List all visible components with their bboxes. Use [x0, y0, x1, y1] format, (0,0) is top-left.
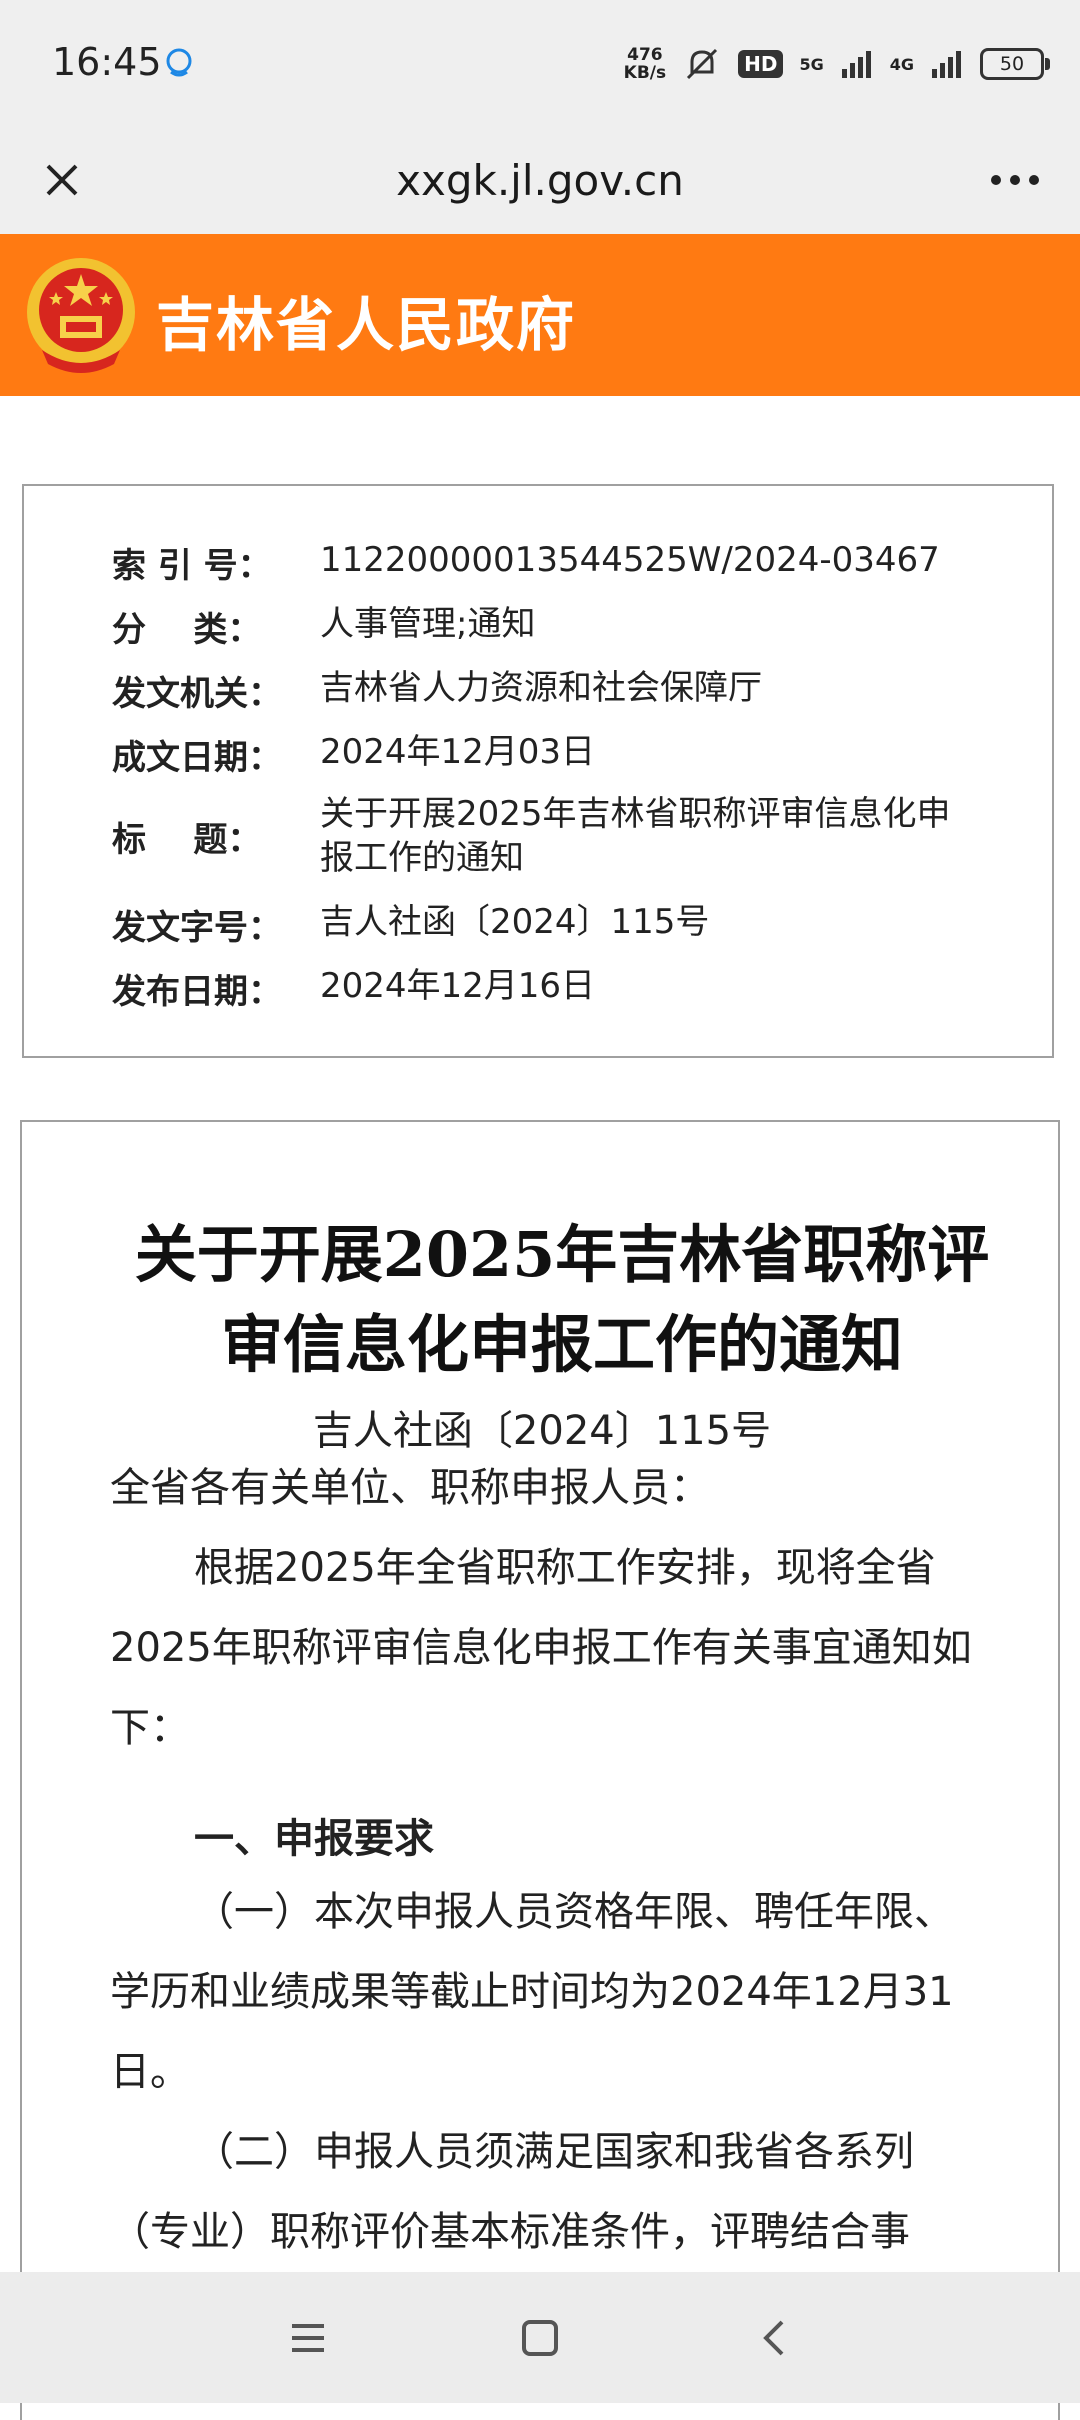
- article-body: 关于开展2025年吉林省职称评审信息化申报工作的通知 吉人社函〔2024〕115…: [20, 1120, 1060, 2420]
- network-4g-label: 4G: [889, 54, 914, 74]
- article-title: 关于开展2025年吉林省职称评审信息化申报工作的通知: [134, 1218, 990, 1381]
- battery-icon: 50: [980, 48, 1050, 80]
- status-bar: 16:45 476 KB/s HD 5G 4G 50: [0, 0, 1080, 128]
- meta-row-doc-number: 发文字号： 吉人社函〔2024〕115号: [112, 900, 960, 949]
- hd-badge: HD: [738, 50, 784, 78]
- meta-row-publish-date: 发布日期： 2024年12月16日: [112, 964, 960, 1013]
- signal-icon: [841, 51, 871, 78]
- meta-row-written-date: 成文日期： 2024年12月03日: [112, 730, 960, 779]
- meta-label: 成文日期：: [112, 738, 282, 778]
- menu-icon[interactable]: [278, 2310, 338, 2366]
- meta-value: 关于开展2025年吉林省职称评审信息化申报工作的通知: [320, 794, 951, 878]
- article-item-2: （二）申报人员须满足国家和我省各系列（专业）职称评价基本标准条件，评聘结合事: [110, 2129, 914, 2255]
- meta-value: 吉人社函〔2024〕115号: [320, 902, 710, 942]
- meta-row-index: 索 引 号： 11220000013544525W/2024-03467: [112, 538, 960, 587]
- meta-value: 2024年12月16日: [320, 966, 596, 1006]
- article-salutation: 全省各有关单位、职称申报人员：: [110, 1465, 710, 1511]
- signal-icon: [932, 51, 961, 78]
- more-icon[interactable]: [980, 148, 1050, 212]
- system-navigation-bar: [0, 2272, 1080, 2403]
- network-5g-label: 5G: [799, 54, 824, 74]
- meta-row-issuer: 发文机关： 吉林省人力资源和社会保障厅: [112, 666, 960, 715]
- document-metadata: 索 引 号： 11220000013544525W/2024-03467 分 类…: [22, 484, 1054, 1058]
- url-display[interactable]: xxgk.jl.gov.cn: [0, 156, 1080, 205]
- meta-label: 标 题：: [112, 819, 262, 860]
- qq-icon: [166, 48, 192, 77]
- back-icon[interactable]: [744, 2310, 804, 2366]
- meta-label: 分 类：: [112, 610, 262, 650]
- national-emblem-logo: [27, 258, 135, 373]
- network-speed: 476 KB/s: [623, 45, 667, 83]
- home-icon[interactable]: [510, 2310, 570, 2366]
- silent-icon: [687, 48, 718, 80]
- meta-row-title: 标 题： 关于开展2025年吉林省职称评审信息化申报工作的通知: [112, 792, 960, 880]
- browser-toolbar: xxgk.jl.gov.cn: [0, 128, 1080, 234]
- meta-label: 发布日期：: [112, 972, 282, 1012]
- meta-value: 11220000013544525W/2024-03467: [320, 540, 940, 580]
- article-intro: 根据2025年全省职称工作安排，现将全省2025年职称评审信息化申报工作有关事宜…: [110, 1545, 972, 1751]
- meta-row-category: 分 类： 人事管理;通知: [112, 602, 960, 651]
- section-heading: 一、申报要求: [194, 1816, 434, 1862]
- article-item-1: （一）本次申报人员资格年限、聘任年限、学历和业绩成果等截止时间均为2024年12…: [110, 1889, 954, 2095]
- site-banner: 吉林省人民政府: [0, 234, 1080, 396]
- meta-label: 发文机关：: [112, 674, 282, 714]
- meta-value: 吉林省人力资源和社会保障厅: [320, 668, 762, 708]
- site-name[interactable]: 吉林省人民政府: [156, 278, 576, 362]
- status-time: 16:45: [52, 40, 162, 84]
- meta-value: 2024年12月03日: [320, 732, 596, 772]
- meta-value: 人事管理;通知: [320, 604, 536, 644]
- close-icon[interactable]: [30, 148, 94, 212]
- meta-label: 发文字号：: [112, 908, 282, 948]
- meta-label: 索 引 号：: [112, 546, 272, 586]
